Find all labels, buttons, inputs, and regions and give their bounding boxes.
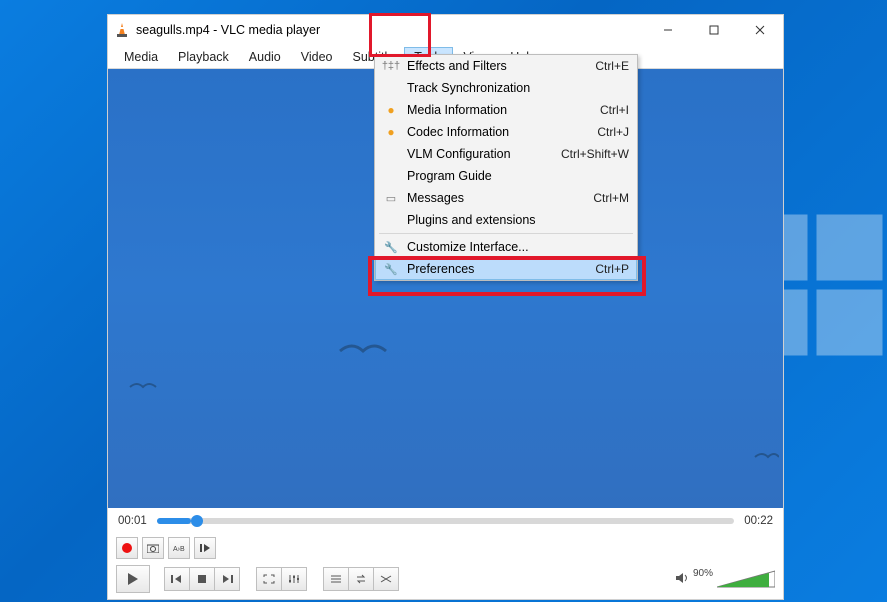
camera-icon — [147, 543, 159, 553]
frame-step-button[interactable] — [194, 537, 216, 559]
wrench-icon: 🔧 — [379, 263, 403, 276]
loop-ab-icon: A›B — [173, 543, 185, 553]
shuffle-icon — [380, 574, 392, 584]
window-controls — [645, 15, 783, 45]
minimize-button[interactable] — [645, 15, 691, 45]
menu-preferences[interactable]: 🔧 Preferences Ctrl+P — [375, 258, 637, 280]
fullscreen-button[interactable] — [256, 567, 282, 591]
next-icon — [221, 574, 233, 584]
volume-control: 90% — [675, 570, 775, 588]
messages-icon: ▭ — [379, 192, 403, 205]
menu-media[interactable]: Media — [114, 47, 168, 67]
time-current: 00:01 — [118, 515, 147, 527]
info-icon: ● — [379, 125, 403, 139]
maximize-button[interactable] — [691, 15, 737, 45]
volume-percent: 90% — [693, 568, 713, 579]
snapshot-button[interactable] — [142, 537, 164, 559]
fullscreen-icon — [263, 574, 275, 584]
menu-program-guide[interactable]: Program Guide — [375, 165, 637, 187]
menu-video[interactable]: Video — [291, 47, 343, 67]
play-button[interactable] — [116, 565, 150, 593]
next-button[interactable] — [214, 567, 240, 591]
speaker-icon[interactable] — [675, 572, 689, 587]
menu-codec-info[interactable]: ● Codec Information Ctrl+J — [375, 121, 637, 143]
titlebar: seagulls.mp4 - VLC media player — [108, 15, 783, 45]
vlc-cone-icon — [114, 22, 130, 38]
extended-toolbar: A›B — [108, 534, 783, 563]
play-icon — [126, 572, 140, 586]
info-icon: ● — [379, 103, 403, 117]
menu-messages[interactable]: ▭ Messages Ctrl+M — [375, 187, 637, 209]
record-icon — [122, 543, 132, 553]
bird-silhouette — [753, 449, 779, 469]
playlist-icon — [330, 574, 342, 584]
tools-dropdown: †‡† Effects and Filters Ctrl+E Track Syn… — [374, 54, 638, 281]
loop-icon — [355, 574, 367, 584]
sliders-icon: †‡† — [379, 60, 403, 72]
stop-icon — [197, 574, 207, 584]
seekbar-row: 00:01 00:22 — [108, 508, 783, 534]
menu-track-sync[interactable]: Track Synchronization — [375, 77, 637, 99]
seek-slider[interactable] — [157, 518, 734, 524]
frame-step-icon — [200, 543, 210, 553]
svg-text:A›B: A›B — [173, 546, 185, 553]
wrench-icon: 🔧 — [379, 241, 403, 254]
prev-icon — [171, 574, 183, 584]
record-button[interactable] — [116, 537, 138, 559]
shuffle-button[interactable] — [373, 567, 399, 591]
menu-audio[interactable]: Audio — [239, 47, 291, 67]
bird-silhouette — [338, 339, 388, 363]
window-title: seagulls.mp4 - VLC media player — [136, 23, 645, 37]
time-total: 00:22 — [744, 515, 773, 527]
main-controls: 90% — [108, 563, 783, 599]
loop-button[interactable] — [348, 567, 374, 591]
menu-customize-interface[interactable]: 🔧 Customize Interface... — [375, 236, 637, 258]
menu-vlm-config[interactable]: VLM Configuration Ctrl+Shift+W — [375, 143, 637, 165]
playlist-button[interactable] — [323, 567, 349, 591]
menu-media-info[interactable]: ● Media Information Ctrl+I — [375, 99, 637, 121]
menu-playback[interactable]: Playback — [168, 47, 239, 67]
menu-plugins[interactable]: Plugins and extensions — [375, 209, 637, 231]
previous-button[interactable] — [164, 567, 190, 591]
extended-settings-button[interactable] — [281, 567, 307, 591]
menu-separator — [379, 233, 633, 234]
menu-effects-filters[interactable]: †‡† Effects and Filters Ctrl+E — [375, 55, 637, 77]
bird-silhouette — [128, 379, 158, 395]
close-button[interactable] — [737, 15, 783, 45]
volume-slider[interactable] — [717, 570, 775, 588]
stop-button[interactable] — [189, 567, 215, 591]
equalizer-icon — [288, 574, 300, 584]
loop-ab-button[interactable]: A›B — [168, 537, 190, 559]
